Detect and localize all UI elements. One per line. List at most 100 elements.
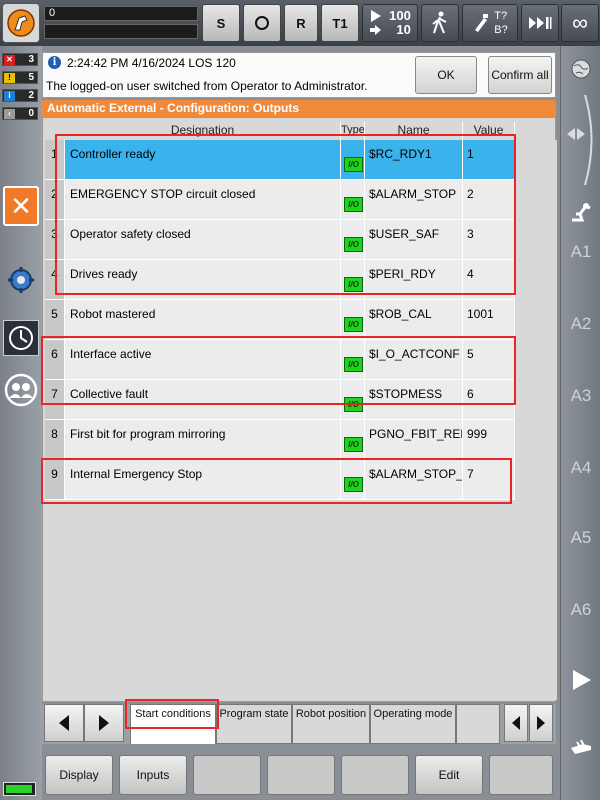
row-name: $USER_SAF <box>365 220 463 260</box>
row-number: 3 <box>45 220 65 260</box>
tool-base-button[interactable]: T? B? <box>462 4 518 42</box>
arrow-right-icon <box>537 716 545 730</box>
override-button[interactable]: 100 10 <box>362 4 418 42</box>
message-panel: i 2:24:42 PM 4/16/2024 LOS 120 The logge… <box>42 52 556 98</box>
robot-interpreter-button[interactable]: R <box>284 4 318 42</box>
inputs-button[interactable]: Inputs <box>119 755 187 795</box>
row-designation: First bit for program mirroring <box>65 420 341 460</box>
globe-icon[interactable] <box>570 58 592 83</box>
tab-page-left-button[interactable] <box>504 704 528 742</box>
io-badge-icon: I/O <box>344 317 363 332</box>
program-name-field[interactable]: 0 <box>44 6 198 21</box>
fast-forward-icon <box>529 17 552 29</box>
confirm-all-button[interactable]: Confirm all <box>488 56 552 94</box>
io-badge-icon: I/O <box>344 197 363 212</box>
tab-scroll-right-button[interactable] <box>84 704 124 742</box>
softkey-4[interactable] <box>267 755 335 795</box>
softkey-3[interactable] <box>193 755 261 795</box>
window-title: Automatic External - Configuration: Outp… <box>42 100 556 117</box>
axis-a5-label[interactable]: A5 <box>561 528 600 548</box>
incremental-mode-button[interactable] <box>521 4 559 42</box>
axis-a1-label[interactable]: A1 <box>561 242 600 262</box>
close-window-button[interactable]: ✕ <box>3 186 39 226</box>
row-value[interactable]: 1001 <box>463 300 515 340</box>
jog-mode-button[interactable] <box>421 4 459 42</box>
infinity-mode-button[interactable]: ∞ <box>561 4 599 42</box>
warning-count[interactable]: ! 5 <box>2 71 38 84</box>
row-value[interactable]: 3 <box>463 220 515 260</box>
outputs-table: Designation Type Name Value 1 Controller… <box>42 117 557 702</box>
drives-status-button[interactable] <box>243 4 281 42</box>
row-number: 7 <box>45 380 65 420</box>
row-designation: EMERGENCY STOP circuit closed <box>65 180 341 220</box>
ok-button[interactable]: OK <box>415 56 477 94</box>
user-group-icon[interactable] <box>3 372 39 408</box>
jog-override-value: 10 <box>396 22 411 37</box>
circle-icon <box>255 16 269 30</box>
wait-count[interactable]: ‹ 0 <box>2 107 38 120</box>
left-sidebar: ✕ 3 ! 5 i 2 ‹ 0 ✕ <box>0 46 42 800</box>
message-timestamp: 2:24:42 PM 4/16/2024 LOS 120 <box>67 56 236 70</box>
io-badge-icon: I/O <box>344 237 363 252</box>
hand-icon[interactable] <box>569 738 593 761</box>
row-name: $RC_RDY1 <box>365 140 463 180</box>
row-value[interactable]: 2 <box>463 180 515 220</box>
row-designation: Drives ready <box>65 260 341 300</box>
tab-program-state[interactable]: Program state <box>216 704 292 744</box>
row-value[interactable]: 6 <box>463 380 515 420</box>
start-play-icon[interactable] <box>571 668 593 695</box>
configuration-icon[interactable] <box>3 262 39 298</box>
row-designation: Controller ready <box>65 140 341 180</box>
axis-a3-label[interactable]: A3 <box>561 386 600 406</box>
display-button[interactable]: Display <box>45 755 113 795</box>
table-row[interactable]: 1 Controller ready I/O $RC_RDY1 1 <box>45 140 557 180</box>
robot-logo-icon[interactable] <box>2 3 40 43</box>
axis-a6-label[interactable]: A6 <box>561 600 600 620</box>
table-row[interactable]: 7 Collective fault I/O $STOPMESS 6 <box>45 380 557 420</box>
edit-button[interactable]: Edit <box>415 755 483 795</box>
error-icon: ✕ <box>4 54 15 65</box>
operating-mode-button[interactable]: T1 <box>321 4 359 42</box>
axis-a4-label[interactable]: A4 <box>561 458 600 478</box>
axis-a2-label[interactable]: A2 <box>561 314 600 334</box>
table-row[interactable]: 9 Internal Emergency Stop I/O $ALARM_STO… <box>45 460 557 500</box>
table-row[interactable]: 3 Operator safety closed I/O $USER_SAF 3 <box>45 220 557 260</box>
table-row[interactable]: 2 EMERGENCY STOP circuit closed I/O $ALA… <box>45 180 557 220</box>
robot-arm-icon[interactable] <box>568 198 594 227</box>
row-name: PGNO_FBIT_REFL <box>365 420 463 460</box>
row-number: 8 <box>45 420 65 460</box>
tool-icon <box>475 14 489 32</box>
table-row[interactable]: 6 Interface active I/O $I_O_ACTCONF 5 <box>45 340 557 380</box>
row-value[interactable]: 4 <box>463 260 515 300</box>
info-icon: i <box>4 90 15 101</box>
row-type: I/O <box>341 300 365 340</box>
table-row[interactable]: 8 First bit for program mirroring I/O PG… <box>45 420 557 460</box>
row-value[interactable]: 999 <box>463 420 515 460</box>
row-name: $I_O_ACTCONF <box>365 340 463 380</box>
tab-strip: Start conditions Program state Robot pos… <box>42 704 556 744</box>
table-row[interactable]: 4 Drives ready I/O $PERI_RDY 4 <box>45 260 557 300</box>
tool-label: T? <box>494 10 508 22</box>
program-status-field[interactable] <box>44 24 198 39</box>
row-value[interactable]: 5 <box>463 340 515 380</box>
error-count[interactable]: ✕ 3 <box>2 53 38 66</box>
row-value[interactable]: 7 <box>463 460 515 500</box>
space-mouse-icon[interactable] <box>563 90 599 193</box>
tab-empty <box>456 704 500 744</box>
tab-robot-position[interactable]: Robot position <box>292 704 370 744</box>
header-value: Value <box>463 122 515 139</box>
clock-icon[interactable] <box>3 320 39 356</box>
submit-interpreter-button[interactable]: S <box>202 4 240 42</box>
row-type: I/O <box>341 460 365 500</box>
table-row[interactable]: 5 Robot mastered I/O $ROB_CAL 1001 <box>45 300 557 340</box>
softkey-5[interactable] <box>341 755 409 795</box>
table-scrollbar[interactable] <box>517 140 557 700</box>
tab-page-right-button[interactable] <box>529 704 553 742</box>
info-count[interactable]: i 2 <box>2 89 38 102</box>
arrow-right-icon <box>99 715 109 731</box>
tab-scroll-left-button[interactable] <box>44 704 84 742</box>
tab-operating-mode[interactable]: Operating mode <box>370 704 456 744</box>
row-value[interactable]: 1 <box>463 140 515 180</box>
tab-start-conditions[interactable]: Start conditions <box>130 704 216 744</box>
softkey-7[interactable] <box>489 755 553 795</box>
